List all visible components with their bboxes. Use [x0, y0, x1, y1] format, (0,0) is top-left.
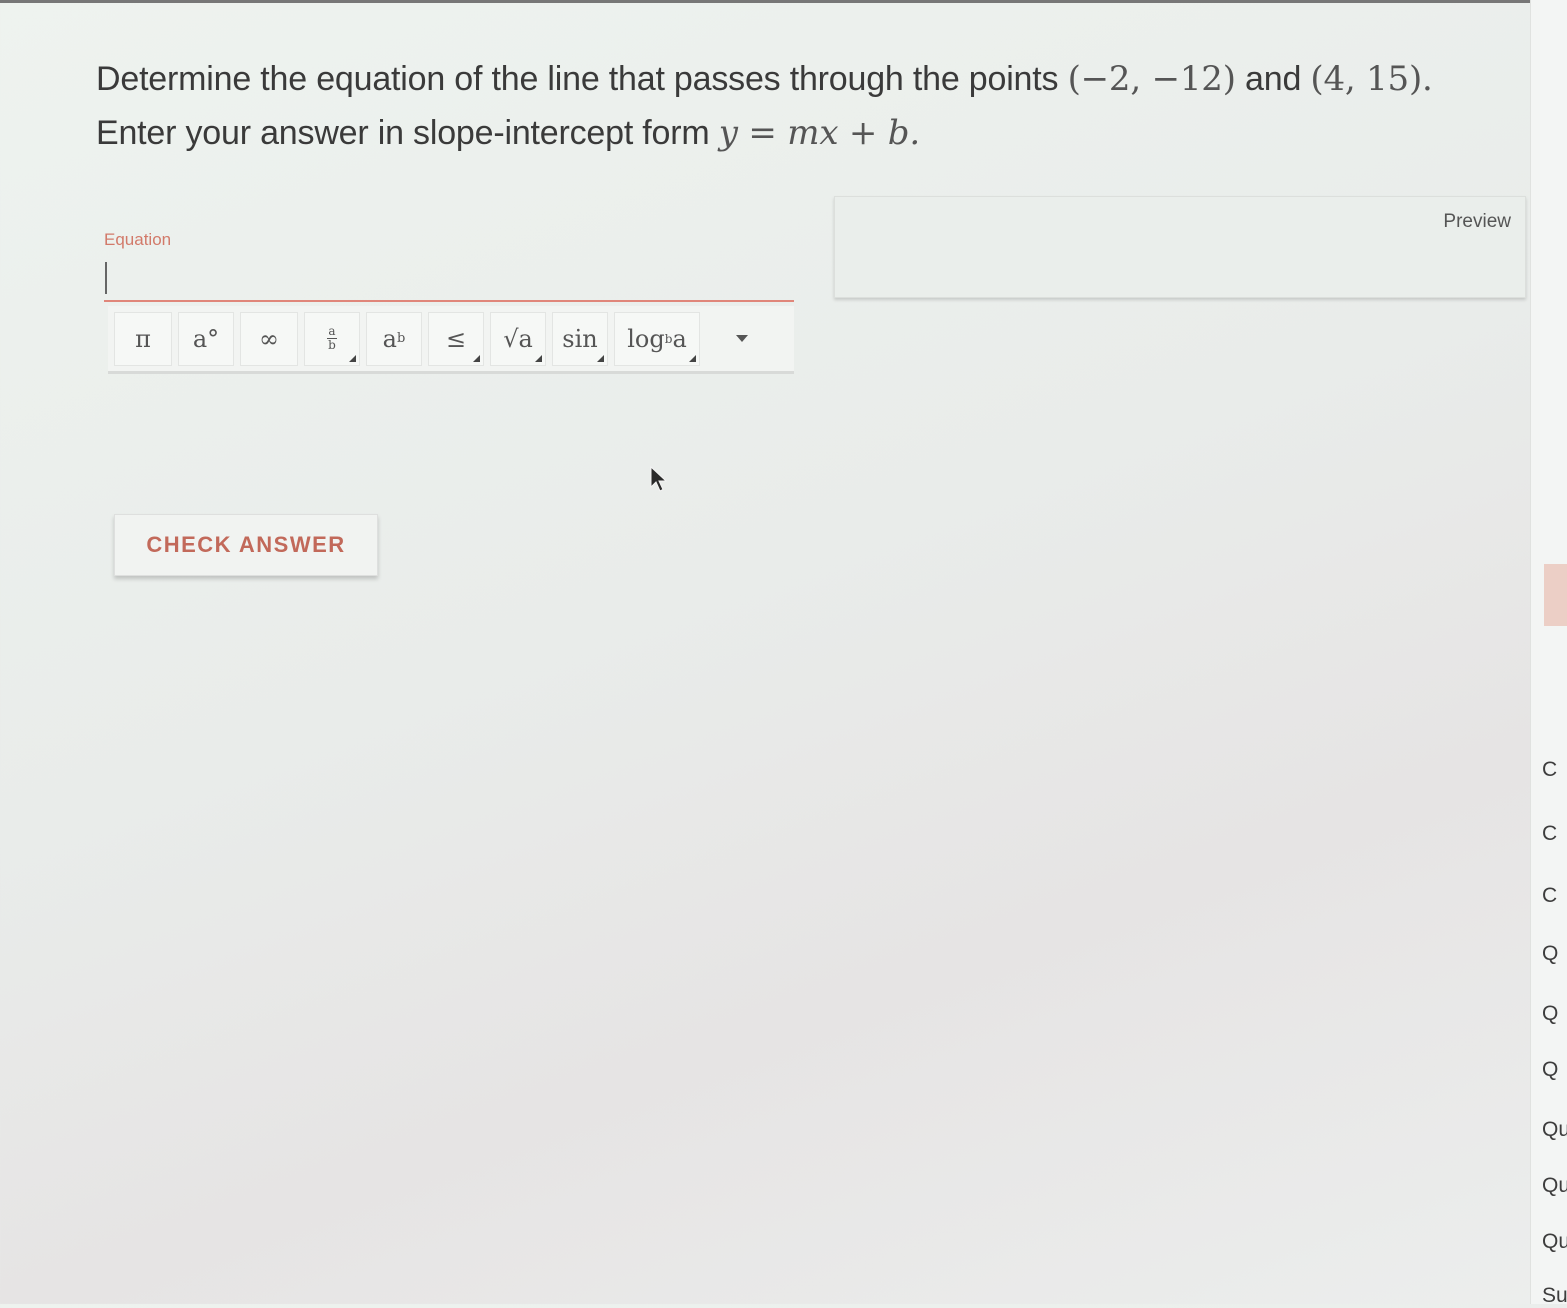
submenu-indicator-icon	[535, 354, 542, 362]
point-2: (4, 15).	[1310, 59, 1433, 99]
infinity-symbol: ∞	[259, 324, 279, 353]
submenu-indicator-icon	[597, 354, 604, 362]
question-list-item[interactable]: Q	[1542, 942, 1558, 966]
fraction-button[interactable]: a b	[304, 311, 360, 366]
pi-button[interactable]: π	[114, 311, 172, 366]
infinity-button[interactable]: ∞	[240, 311, 298, 366]
equation-label: Equation	[104, 230, 172, 249]
power-exponent: b	[396, 331, 406, 346]
question-list-item[interactable]: Su	[1542, 1284, 1567, 1308]
question-list-item[interactable]: Q	[1542, 1058, 1558, 1082]
preview-panel: Preview	[834, 196, 1526, 298]
text-caret	[105, 262, 107, 294]
question-list-panel	[1530, 0, 1567, 1304]
point-1: (−2, −12)	[1067, 59, 1236, 99]
log-argument: a	[672, 324, 687, 353]
question-list-item[interactable]: Qu	[1542, 1230, 1567, 1254]
submenu-indicator-icon	[689, 354, 696, 362]
fraction-numerator: a	[328, 324, 336, 338]
preview-label: Preview	[1443, 211, 1511, 232]
pi-symbol: π	[135, 324, 151, 353]
math-toolbar: π a° ∞ a b ab ≤ √a sin log b a	[108, 306, 794, 374]
sqrt-button[interactable]: √a	[490, 311, 546, 366]
power-button[interactable]: ab	[366, 311, 422, 366]
fraction-icon: a b	[327, 325, 337, 352]
question-text: Determine the equation of the line that …	[96, 52, 1536, 160]
sin-symbol: sin	[562, 324, 598, 353]
log-function: log	[627, 324, 665, 353]
question-list-item[interactable]: Qu	[1542, 1118, 1567, 1142]
question-list-item[interactable]: Q	[1542, 1002, 1558, 1026]
more-symbols-chevron-down-icon[interactable]	[736, 335, 748, 342]
check-answer-button[interactable]: CHECK ANSWER	[114, 514, 378, 576]
slope-intercept-form: y = mx + b.	[718, 113, 920, 153]
fraction-denominator: b	[328, 338, 336, 352]
degree-symbol: a°	[192, 324, 220, 353]
question-line-1-prefix: Determine the equation of the line that …	[96, 60, 1068, 98]
current-question-highlight	[1544, 564, 1567, 626]
question-list-item[interactable]: C	[1542, 758, 1557, 782]
less-equal-button[interactable]: ≤	[428, 311, 484, 366]
sin-button[interactable]: sin	[552, 311, 608, 366]
question-list-item[interactable]: C	[1542, 822, 1557, 846]
question-line-1: Determine the equation of the line that …	[96, 52, 1536, 106]
question-line-2: Enter your answer in slope-intercept for…	[96, 106, 1536, 160]
screen-top-edge	[0, 0, 1567, 3]
power-base: a	[382, 324, 397, 353]
less-equal-symbol: ≤	[445, 324, 467, 353]
and-text: and	[1235, 60, 1311, 98]
question-list-item[interactable]: C	[1542, 884, 1557, 908]
log-button[interactable]: log b a	[614, 311, 700, 366]
log-base: b	[664, 331, 673, 346]
submenu-indicator-icon	[349, 354, 356, 362]
degree-button[interactable]: a°	[178, 311, 234, 366]
submenu-indicator-icon	[473, 354, 480, 362]
question-line-2-prefix: Enter your answer in slope-intercept for…	[96, 114, 719, 152]
sqrt-symbol: √a	[503, 324, 533, 353]
mouse-pointer-icon	[650, 466, 668, 492]
equation-input[interactable]	[104, 256, 794, 302]
question-list-item[interactable]: Qu	[1542, 1174, 1567, 1198]
